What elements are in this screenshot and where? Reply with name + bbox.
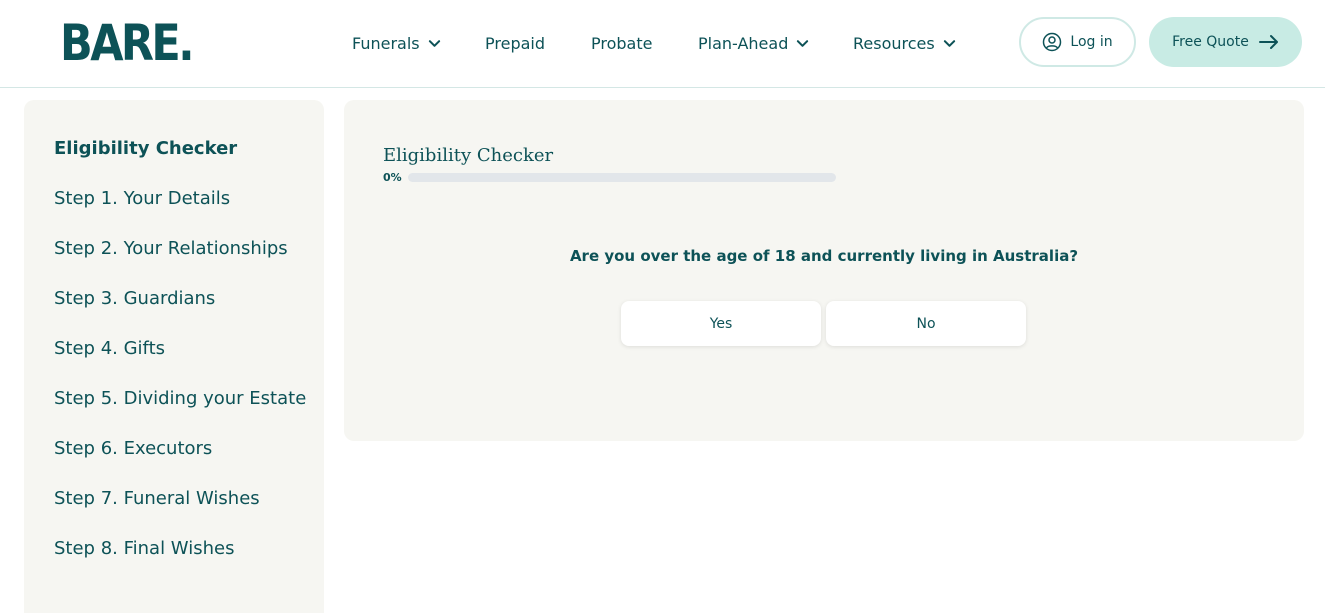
free-quote-button[interactable]: Free Quote [1149,17,1302,67]
nav-item-resources[interactable]: Resources [853,32,956,54]
free-quote-label: Free Quote [1172,34,1249,50]
eligibility-panel: Eligibility Checker 0% Are you over the … [344,100,1304,441]
sidebar-step-your-details[interactable]: Step 1. Your Details [54,188,230,209]
sidebar-step-your-relationships[interactable]: Step 2. Your Relationships [54,238,288,259]
no-button[interactable]: No [826,301,1026,346]
chevron-down-icon [797,39,809,47]
step-sidebar: Eligibility Checker Step 1. Your Details… [24,100,324,613]
eligibility-question: Are you over the age of 18 and currently… [569,247,1079,265]
nav-item-plan-ahead[interactable]: Plan-Ahead [698,32,809,54]
nav-item-probate[interactable]: Probate [591,32,652,54]
login-button[interactable]: Log in [1019,17,1136,67]
login-label: Log in [1070,34,1113,50]
progress-bar [408,173,836,182]
chevron-down-icon [428,39,440,47]
chevron-down-icon [943,39,955,47]
progress-percent: 0% [383,171,402,184]
nav-item-label: Probate [591,33,653,53]
arrow-right-icon [1258,35,1278,49]
sidebar-step-executors[interactable]: Step 6. Executors [54,438,212,459]
nav-item-funerals[interactable]: Funerals [352,32,441,54]
nav-item-prepaid[interactable]: Prepaid [485,32,545,54]
panel-title: Eligibility Checker [383,145,554,166]
yes-button[interactable]: Yes [621,301,821,346]
nav-item-label: Funerals [352,33,420,53]
nav-item-label: Plan-Ahead [698,33,789,53]
bare-logo[interactable]: BARE. [60,14,195,72]
sidebar-step-dividing-estate[interactable]: Step 5. Dividing your Estate [54,388,306,409]
nav-item-label: Resources [853,33,935,53]
sidebar-step-guardians[interactable]: Step 3. Guardians [54,288,215,309]
user-icon [1043,32,1062,52]
nav-item-label: Prepaid [485,33,545,53]
sidebar-step-funeral-wishes[interactable]: Step 7. Funeral Wishes [54,488,260,509]
sidebar-step-final-wishes[interactable]: Step 8. Final Wishes [54,538,234,559]
sidebar-title[interactable]: Eligibility Checker [54,138,237,159]
sidebar-step-gifts[interactable]: Step 4. Gifts [54,338,165,359]
site-header: BARE. Funerals Prepaid Probate Plan-Ahea… [0,0,1325,88]
